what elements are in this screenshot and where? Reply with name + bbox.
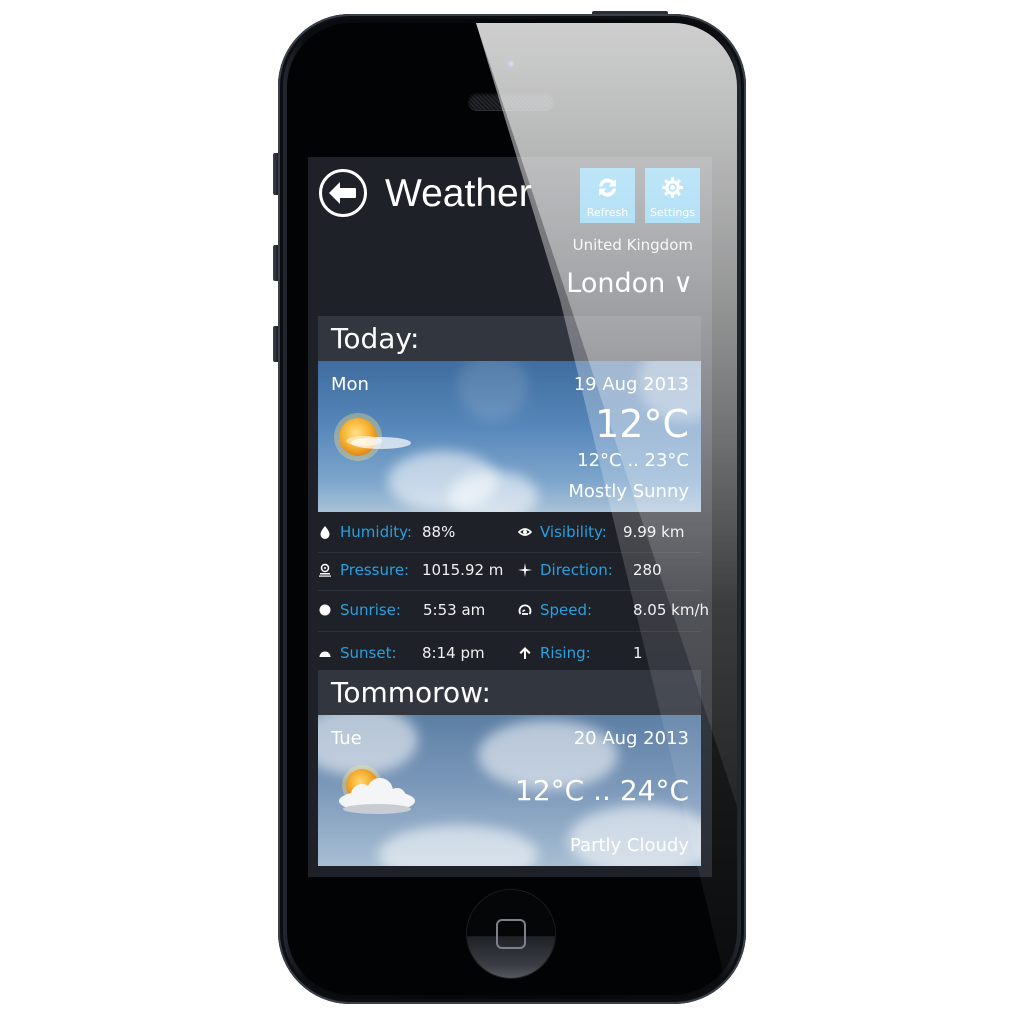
today-heading: Today: (331, 322, 420, 355)
back-button[interactable] (318, 168, 368, 218)
settings-label: Settings (649, 206, 696, 219)
city-name: London (566, 268, 666, 299)
sunrise-icon (319, 604, 331, 616)
compass-star-icon (518, 563, 532, 577)
tomorrow-date: 20 Aug 2013 (573, 728, 689, 749)
home-square-icon (496, 919, 526, 949)
pressure-gauge-icon (319, 563, 331, 577)
stats-row: Humidity: 88% Visibility: 9.99 km (318, 514, 701, 553)
eye-icon (518, 528, 532, 536)
background-cloud (378, 825, 538, 866)
tomorrow-day: Tue (331, 728, 362, 749)
stat-humidity: Humidity: 88% (318, 514, 508, 552)
sunset-icon (319, 651, 331, 657)
stat-value: 5:53 am (423, 601, 486, 619)
home-button[interactable] (467, 890, 555, 978)
stats-row: Pressure: 1015.92 m Direction: 280 (318, 552, 701, 591)
city-selector[interactable]: London ∨ (566, 266, 693, 302)
stat-direction: Direction: 280 (518, 552, 701, 590)
stat-value: 1 (633, 644, 643, 662)
stat-value: 9.99 km (623, 523, 685, 541)
refresh-icon (599, 178, 616, 197)
sun-with-cloud-icon (334, 413, 411, 461)
stats-row: Sunset: 8:14 pm Rising: 1 (318, 632, 701, 672)
speedometer-icon (518, 604, 532, 615)
stat-label: Pressure: (340, 561, 410, 579)
today-current-temp: 12°C (595, 402, 689, 446)
droplet-icon (320, 526, 330, 539)
stat-sunset: Sunset: 8:14 pm (318, 635, 508, 673)
partly-cloudy-icon (339, 765, 415, 814)
stats-row: Sunrise: 5:53 am Speed: 8.05 km/h (318, 591, 709, 632)
stat-label: Rising: (540, 644, 591, 662)
front-camera (503, 56, 519, 72)
today-date: 19 Aug 2013 (573, 374, 689, 395)
stat-visibility: Visibility: 9.99 km (518, 514, 701, 552)
tomorrow-section-header: Tommorow: (318, 670, 701, 715)
refresh-label: Refresh (586, 206, 629, 219)
app-screen: Weather Refresh Settings United Kingdom … (308, 157, 712, 877)
stat-rising: Rising: 1 (518, 635, 701, 673)
today-section-header: Today: (318, 316, 701, 361)
page-title: Weather (385, 172, 532, 215)
stat-label: Direction: (540, 561, 613, 579)
stat-pressure: Pressure: 1015.92 m (318, 552, 508, 590)
lens-flare (458, 361, 528, 421)
stat-label: Speed: (540, 601, 593, 619)
stat-label: Sunset: (340, 644, 397, 662)
gear-icon (662, 177, 683, 198)
stat-sunrise: Sunrise: 5:53 am (318, 592, 508, 630)
earpiece-speaker (468, 92, 554, 110)
stat-label: Humidity: (340, 523, 412, 541)
today-forecast-card[interactable]: Mon 19 Aug 2013 12°C 12°C .. 23°C Mostly… (318, 361, 701, 512)
today-temp-range: 12°C .. 23°C (577, 450, 689, 471)
today-condition: Mostly Sunny (568, 481, 689, 502)
stat-label: Visibility: (540, 523, 607, 541)
tomorrow-temp-range: 12°C .. 24°C (515, 774, 689, 807)
stat-value: 8:14 pm (422, 644, 485, 662)
stat-value: 280 (633, 561, 662, 579)
refresh-button[interactable]: Refresh (580, 168, 635, 223)
stat-value: 8.05 km/h (633, 601, 710, 619)
tomorrow-condition: Partly Cloudy (570, 835, 689, 856)
stat-label: Sunrise: (340, 601, 401, 619)
back-arrow-circle-icon (319, 169, 367, 217)
today-day: Mon (331, 374, 369, 395)
stat-value: 88% (422, 523, 456, 541)
tomorrow-heading: Tommorow: (331, 676, 491, 709)
settings-button[interactable]: Settings (645, 168, 700, 223)
background-cloud (448, 471, 538, 512)
arrow-up-icon (519, 647, 531, 659)
chevron-down-icon: ∨ (673, 268, 693, 299)
tomorrow-forecast-card[interactable]: Tue 20 Aug 2013 12°C .. 24°C Partly Clou… (318, 715, 701, 866)
country-label: United Kingdom (572, 236, 693, 254)
stat-value: 1015.92 m (422, 561, 504, 579)
stat-speed: Speed: 8.05 km/h (518, 592, 709, 630)
